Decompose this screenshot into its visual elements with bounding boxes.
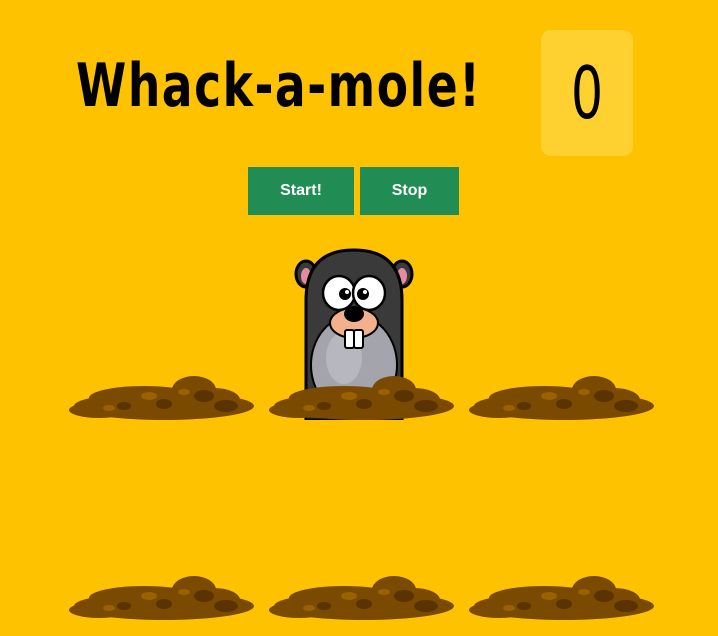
score-box: 0 [541, 30, 633, 156]
hole-2[interactable] [254, 220, 454, 420]
game-title: Whack-a-mole! [76, 51, 482, 121]
start-button[interactable]: Start! [248, 167, 354, 215]
stop-button[interactable]: Stop [360, 167, 459, 215]
score-value: 0 [570, 51, 604, 135]
hole-3[interactable] [454, 220, 654, 420]
hole-1[interactable] [54, 220, 254, 420]
hole-5[interactable] [254, 420, 454, 620]
dirt-mound-icon [469, 576, 654, 620]
dirt-mound-icon [269, 576, 454, 620]
dirt-mound-icon [469, 376, 654, 420]
game-page: Whack-a-mole! 0 Start! Stop [0, 0, 718, 636]
dirt-mound-icon [69, 376, 254, 420]
hole-4[interactable] [54, 420, 254, 620]
dirt-mound-icon [269, 376, 454, 420]
dirt-mound-icon [69, 576, 254, 620]
hole-6[interactable] [454, 420, 654, 620]
